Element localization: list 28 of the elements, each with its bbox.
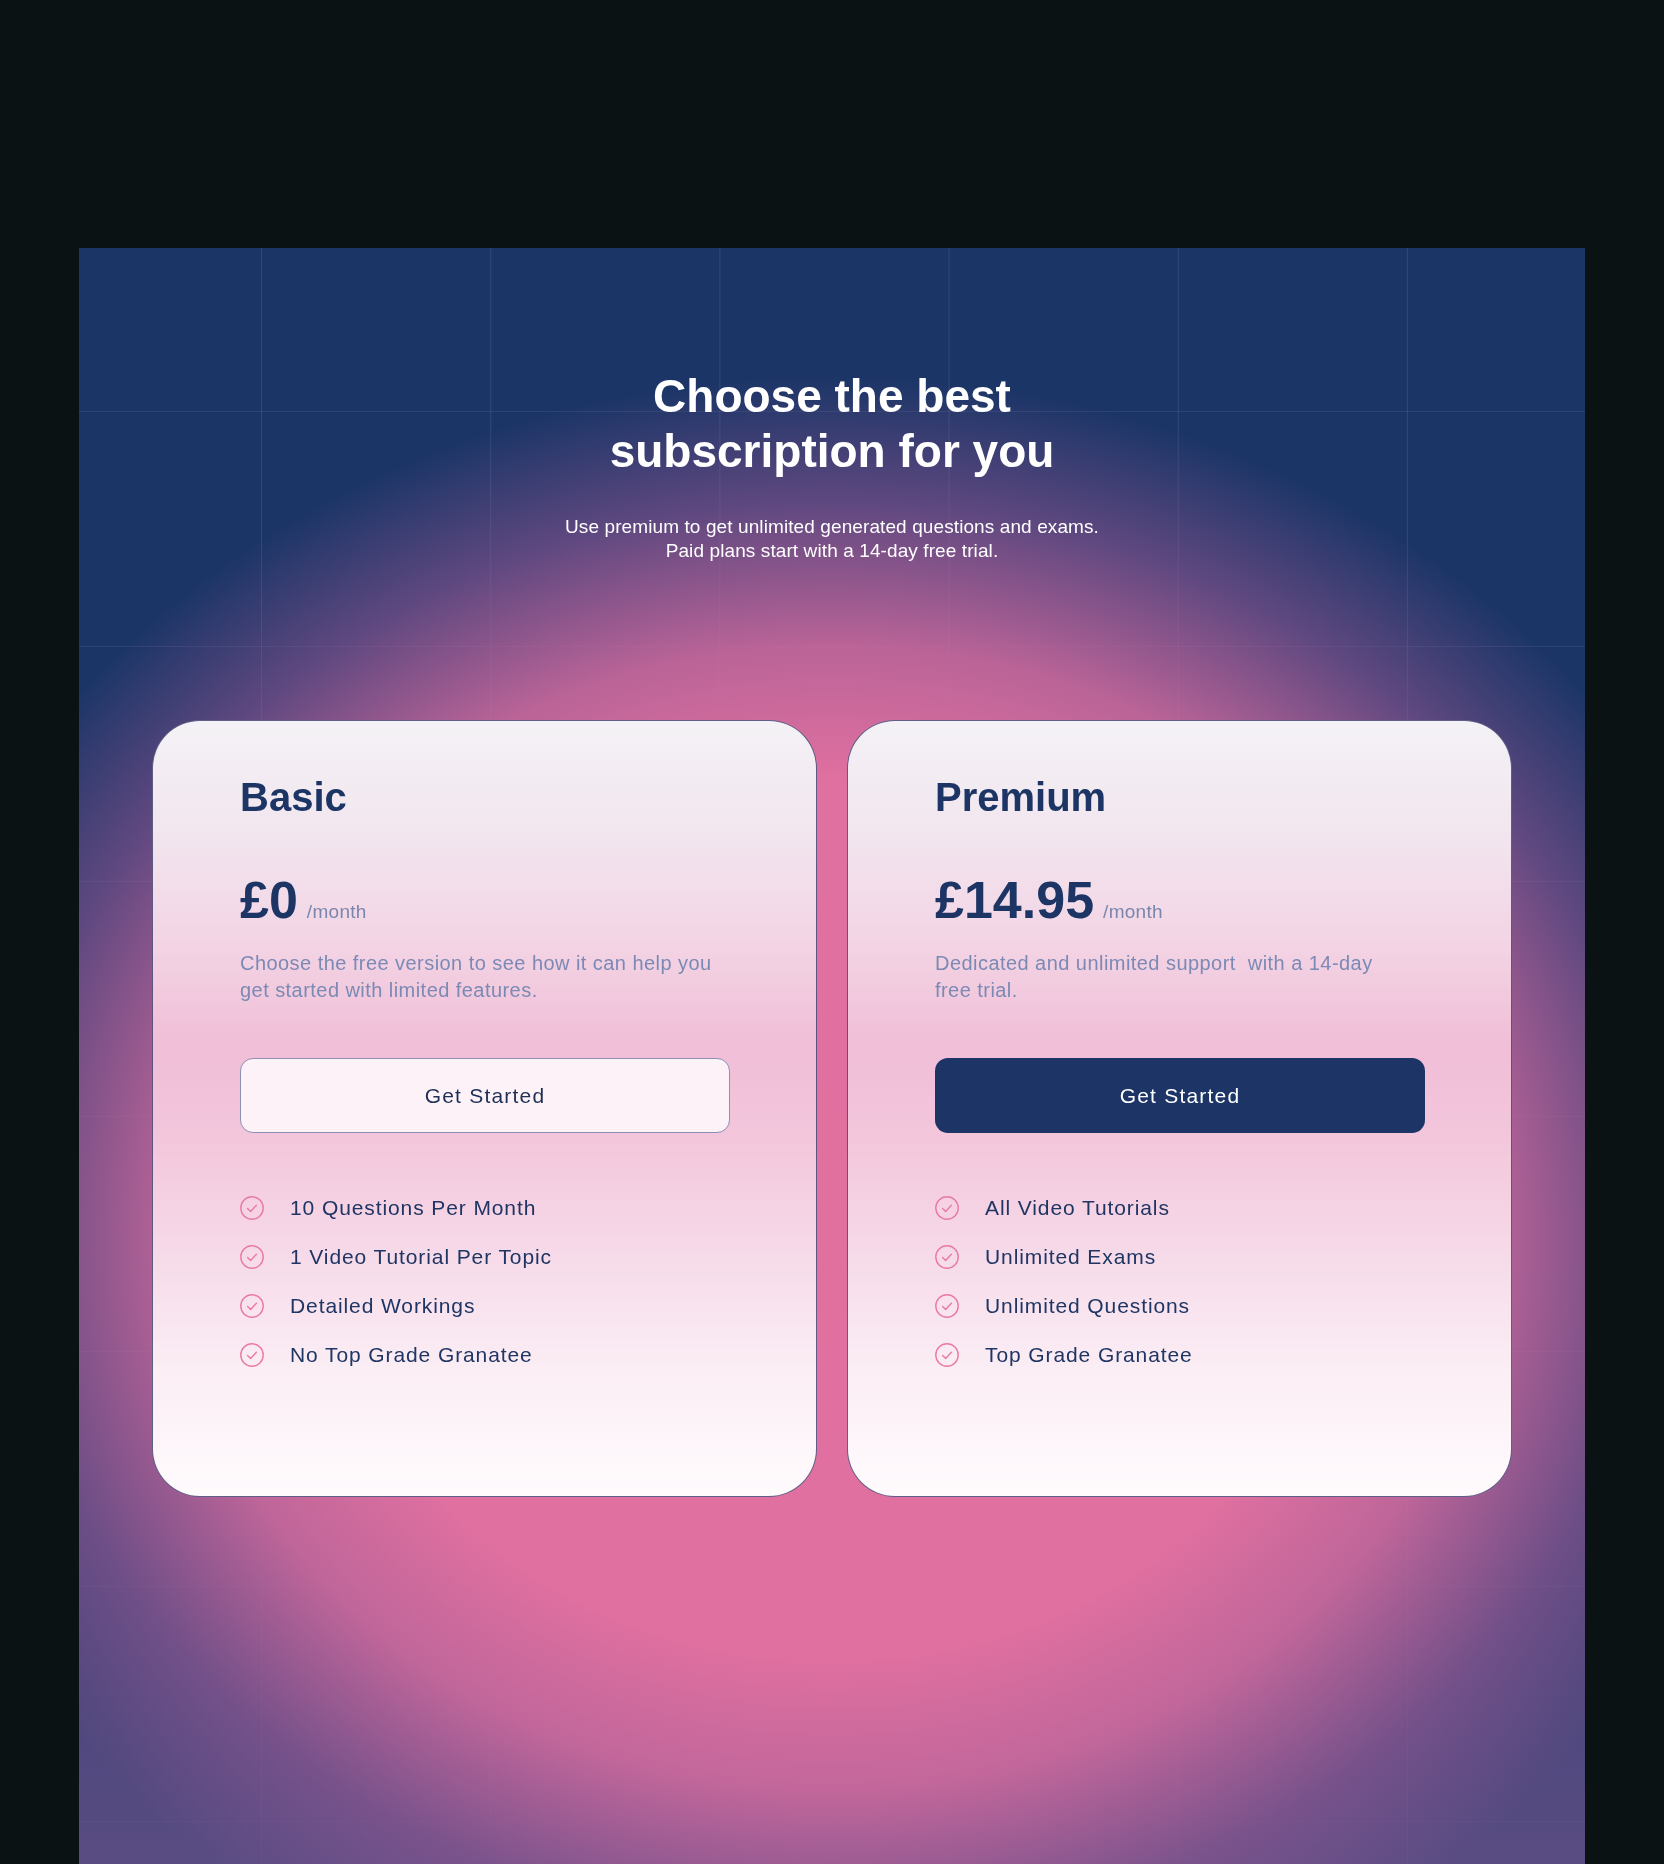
feature-label: No Top Grade Granatee: [290, 1341, 533, 1368]
plan-description: Choose the free version to see how it can help you get started with limited features.: [240, 951, 713, 1003]
check-circle-icon: [935, 1342, 959, 1367]
check-circle-icon: [240, 1293, 264, 1318]
get-started-button[interactable]: Get Started: [935, 1058, 1425, 1133]
plan-price: £0: [240, 870, 298, 930]
plan-description: Dedicated and unlimited support with a 14-day free trial.: [935, 951, 1374, 1003]
feature-label: 1 Video Tutorial Per Topic: [290, 1243, 552, 1270]
feature-label: Unlimited Exams: [985, 1243, 1157, 1270]
feature-label: Top Grade Granatee: [985, 1341, 1193, 1368]
feature-label: All Video Tutorials: [985, 1194, 1170, 1221]
check-circle-icon: [240, 1244, 264, 1269]
plan-price: £14.95: [935, 870, 1095, 930]
price-period: /month: [306, 901, 367, 923]
check-circle-icon: [935, 1244, 959, 1269]
plan-title: Premium: [935, 774, 1108, 821]
price-period: /month: [1103, 901, 1163, 923]
check-circle-icon: [240, 1195, 264, 1220]
feature-label: Detailed Workings: [290, 1292, 476, 1319]
plan-title: Basic: [240, 774, 348, 821]
page-subtitle: Use premium to get unlimited generated questions and exams. Paid plans start with a 14-day free trial.: [564, 515, 1100, 563]
feature-label: Unlimited Questions: [985, 1292, 1190, 1319]
feature-label: 10 Questions Per Month: [290, 1194, 537, 1221]
check-circle-icon: [935, 1293, 959, 1318]
get-started-button[interactable]: Get Started: [240, 1058, 730, 1133]
check-circle-icon: [935, 1195, 959, 1220]
page-heading: Choose the best subscription for you: [608, 369, 1056, 479]
check-circle-icon: [240, 1342, 264, 1367]
